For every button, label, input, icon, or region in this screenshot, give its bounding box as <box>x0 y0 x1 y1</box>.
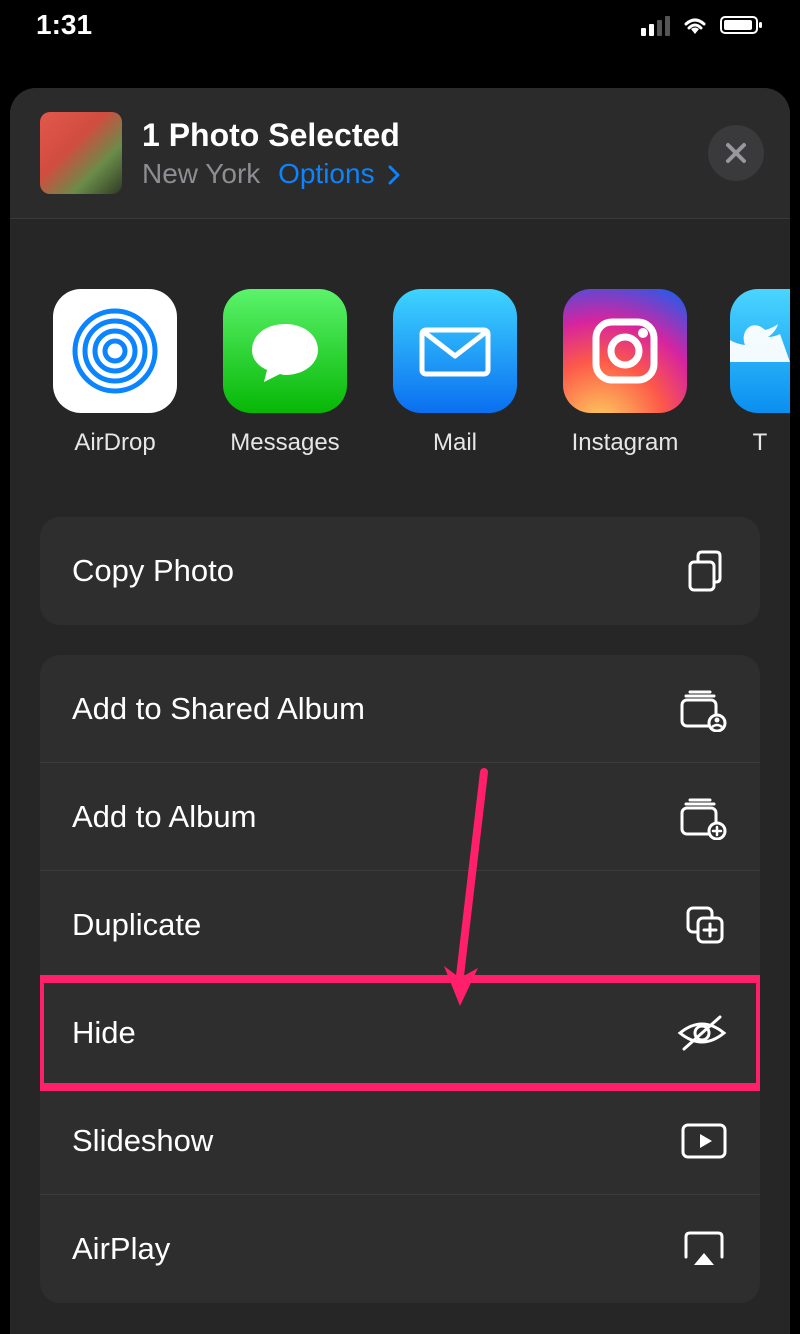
action-label: Add to Album <box>72 799 256 835</box>
copy-icon <box>682 548 728 594</box>
cellular-icon <box>641 14 670 36</box>
battery-icon <box>720 14 764 36</box>
app-airdrop[interactable]: AirDrop <box>50 289 180 457</box>
app-label: Messages <box>230 429 339 457</box>
app-twitter-partial[interactable]: T <box>730 289 790 457</box>
action-label: AirPlay <box>72 1231 170 1267</box>
action-label: Duplicate <box>72 907 201 943</box>
status-bar: 1:31 <box>0 0 800 50</box>
action-group-primary: Copy Photo <box>40 517 760 625</box>
airplay-icon <box>680 1229 728 1269</box>
duplicate-icon <box>682 902 728 948</box>
wifi-icon <box>680 14 710 36</box>
action-hide[interactable]: Hide <box>40 979 760 1087</box>
share-header-title: 1 Photo Selected <box>142 117 688 154</box>
action-duplicate[interactable]: Duplicate <box>40 871 760 979</box>
action-label: Hide <box>72 1015 136 1051</box>
mail-icon <box>393 289 517 413</box>
action-add-shared-album[interactable]: Add to Shared Album <box>40 655 760 763</box>
options-label: Options <box>278 158 375 189</box>
action-group-secondary: Add to Shared Album Add to Album Duplica… <box>40 655 760 1303</box>
app-label: AirDrop <box>74 429 155 457</box>
album-add-icon <box>676 794 728 840</box>
status-indicators <box>641 14 764 36</box>
close-icon <box>724 141 748 165</box>
share-header-subtitle: New York Options <box>142 158 688 190</box>
app-messages[interactable]: Messages <box>220 289 350 457</box>
options-link[interactable]: Options <box>278 158 402 189</box>
action-copy-photo[interactable]: Copy Photo <box>40 517 760 625</box>
app-label: Instagram <box>572 429 679 457</box>
share-sheet: 1 Photo Selected New York Options <box>10 88 790 1334</box>
hide-icon <box>676 1013 728 1053</box>
app-label: T <box>753 429 768 457</box>
close-button[interactable] <box>708 125 764 181</box>
action-label: Add to Shared Album <box>72 691 365 727</box>
slideshow-icon <box>680 1122 728 1160</box>
action-label: Slideshow <box>72 1123 213 1159</box>
app-instagram[interactable]: Instagram <box>560 289 690 457</box>
status-time: 1:31 <box>36 9 92 41</box>
instagram-icon <box>563 289 687 413</box>
twitter-icon <box>730 289 790 413</box>
selected-photo-thumbnail[interactable] <box>40 112 122 194</box>
shared-album-icon <box>676 686 728 732</box>
share-app-row: AirDrop Messages Mail Instagram T <box>10 219 790 487</box>
airdrop-icon <box>53 289 177 413</box>
action-airplay[interactable]: AirPlay <box>40 1195 760 1303</box>
app-label: Mail <box>433 429 477 457</box>
action-label: Copy Photo <box>72 553 234 589</box>
share-header-location: New York <box>142 158 260 189</box>
share-actions: Copy Photo Add to Shared Album Add to Al… <box>10 487 790 1303</box>
app-mail[interactable]: Mail <box>390 289 520 457</box>
action-add-album[interactable]: Add to Album <box>40 763 760 871</box>
messages-icon <box>223 289 347 413</box>
share-sheet-header: 1 Photo Selected New York Options <box>10 88 790 219</box>
chevron-right-icon <box>386 165 402 185</box>
action-slideshow[interactable]: Slideshow <box>40 1087 760 1195</box>
